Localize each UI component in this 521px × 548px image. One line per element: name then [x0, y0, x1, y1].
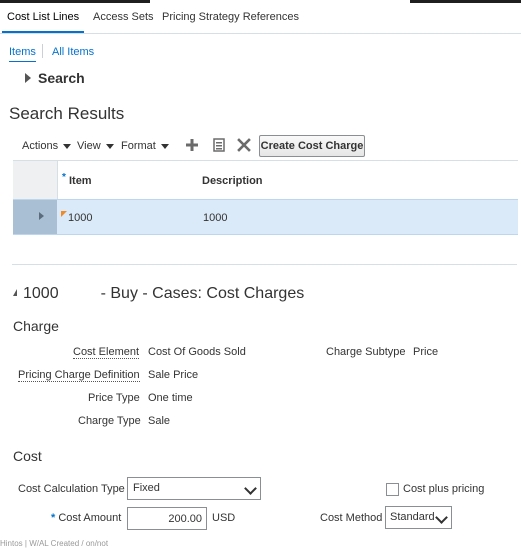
cost-section-header: Cost	[13, 448, 42, 464]
charge-section-header: Charge	[13, 318, 59, 334]
charge-subtype-label: Charge Subtype	[326, 346, 406, 358]
cost-element-label[interactable]: Cost Element	[73, 346, 140, 359]
active-subtab-indicator	[9, 61, 36, 62]
cost-method-select[interactable]: Standard	[385, 506, 452, 529]
plus-icon[interactable]	[184, 137, 200, 153]
view-menu[interactable]: View	[77, 140, 114, 152]
cost-amount-label-wrap: * Cost Amount	[51, 512, 121, 524]
pricing-charge-definition-label[interactable]: Pricing Charge Definition	[18, 369, 140, 382]
tab-cost-list-lines[interactable]: Cost List Lines	[7, 11, 79, 23]
search-results-title: Search Results	[9, 104, 125, 123]
cost-method-label: Cost Method	[320, 512, 383, 524]
chevron-down-icon	[435, 511, 448, 524]
item-cell[interactable]: 1000	[68, 212, 92, 224]
x-icon[interactable]	[236, 137, 252, 153]
tab-bar: Cost List Lines Access Sets Pricing Stra…	[0, 3, 521, 34]
actions-label: Actions	[22, 140, 59, 152]
format-label: Format	[121, 140, 156, 152]
subtab-items[interactable]: Items	[9, 46, 36, 58]
detail-item-number: 1000	[23, 285, 59, 302]
results-table-header: * Item Description	[13, 161, 518, 199]
changed-flag-icon	[61, 211, 67, 217]
cost-calculation-type-label: Cost Calculation Type	[18, 483, 125, 495]
chevron-down-icon	[244, 482, 257, 495]
charge-type-label: Charge Type	[78, 415, 141, 427]
pricing-charge-definition-value: Sale Price	[148, 369, 199, 381]
price-type-label: Price Type	[88, 392, 140, 404]
required-marker: *	[51, 512, 56, 524]
cost-calculation-type-value: Fixed	[133, 482, 160, 494]
create-cost-charge-button[interactable]: Create Cost Charge	[259, 135, 365, 157]
section-divider	[12, 264, 517, 265]
description-column-header[interactable]: Description	[202, 175, 263, 187]
detail-title-suffix: - Buy - Cases: Cost Charges	[100, 285, 305, 302]
search-header[interactable]: Search	[38, 70, 85, 86]
table-row[interactable]: 1000 1000	[13, 199, 518, 235]
caret-down-icon	[105, 143, 114, 149]
cost-amount-input[interactable]	[127, 507, 207, 530]
active-tab-indicator	[2, 31, 84, 33]
cost-plus-pricing-label[interactable]: Cost plus pricing	[403, 483, 484, 495]
detail-title: 1000 - Buy - Cases: Cost Charges	[13, 285, 304, 303]
tab-pricing-strategy-references[interactable]: Pricing Strategy References	[162, 11, 299, 23]
cost-method-value: Standard	[390, 511, 435, 523]
footer-status-text: Hintos | W/AL Created / on/not	[0, 539, 109, 548]
cost-amount-label: Cost Amount	[58, 512, 122, 524]
subtab-separator	[42, 44, 43, 58]
caret-down-icon	[160, 143, 169, 149]
tab-access-sets[interactable]: Access Sets	[93, 11, 154, 23]
required-marker: *	[62, 172, 66, 183]
charge-subtype-value: Price	[413, 346, 439, 358]
row-header-corner	[13, 161, 58, 199]
expand-row-icon[interactable]	[39, 212, 44, 220]
price-type-value: One time	[148, 392, 193, 404]
clipboard-icon[interactable]	[211, 137, 227, 153]
cost-calculation-type-select[interactable]: Fixed	[127, 477, 261, 500]
item-column-header[interactable]: * Item	[62, 172, 92, 187]
collapse-triangle-icon[interactable]	[13, 289, 17, 296]
charge-type-value: Sale	[148, 415, 171, 427]
subtab-all-items[interactable]: All Items	[52, 46, 94, 58]
cost-element-value: Cost Of Goods Sold	[148, 346, 246, 358]
currency-code: USD	[212, 512, 236, 524]
actions-menu[interactable]: Actions	[22, 140, 72, 152]
row-header[interactable]	[13, 200, 57, 234]
view-label: View	[77, 140, 101, 152]
description-cell: 1000	[203, 212, 228, 224]
format-menu[interactable]: Format	[121, 140, 169, 152]
cost-plus-pricing-checkbox[interactable]	[386, 483, 399, 496]
caret-down-icon	[63, 143, 72, 149]
expand-search-icon[interactable]	[25, 73, 31, 83]
item-column-label: Item	[68, 175, 92, 187]
